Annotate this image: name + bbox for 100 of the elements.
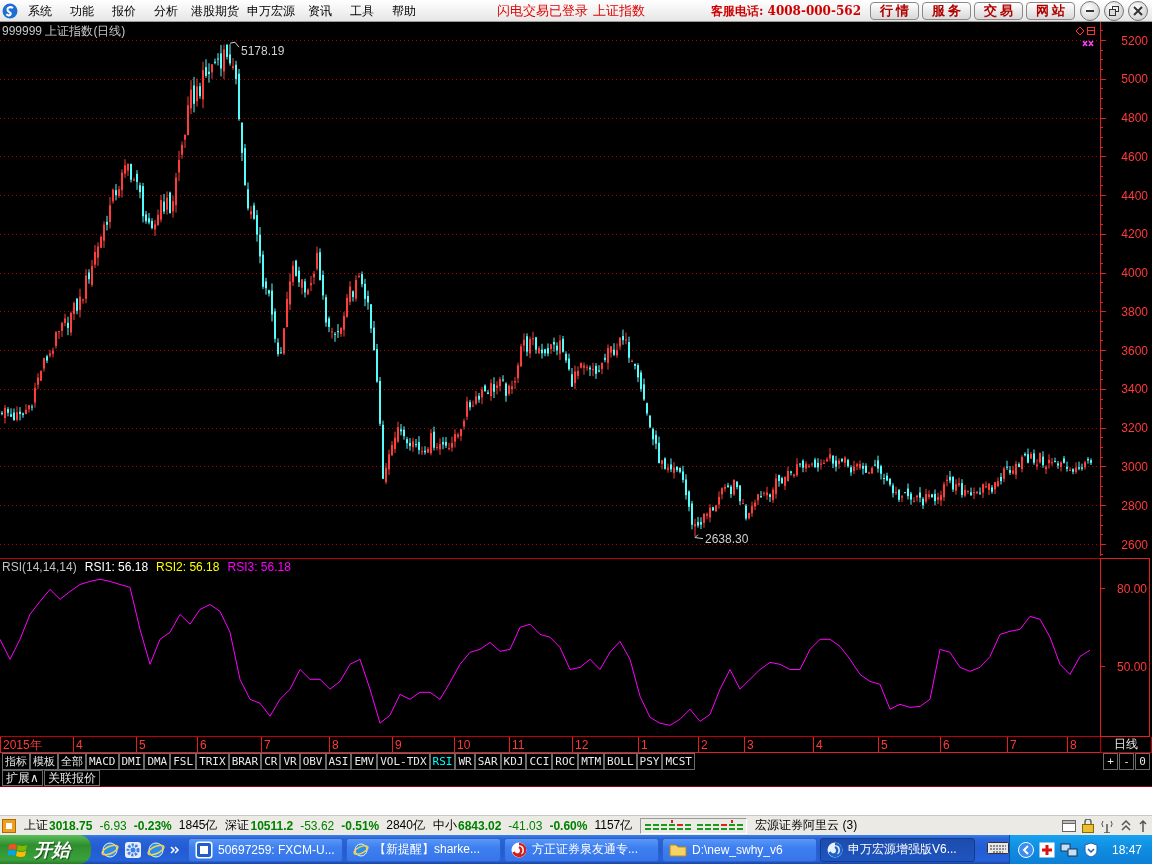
indicator-tab[interactable]: BRAR [228, 753, 262, 770]
index-percent: -0.23% [133, 818, 172, 833]
window-icon [1062, 818, 1076, 833]
indicator-title: RSI(14,14,14) [2, 560, 77, 574]
axis-label: 50.00 [1116, 659, 1147, 674]
axis-label: 4000 [1121, 266, 1148, 281]
notice-text: 闪电交易已登录 [497, 1, 588, 20]
indicator-tab[interactable]: TRIX [196, 753, 229, 770]
month-label: 11 [512, 738, 525, 752]
axis-label: 5200 [1121, 33, 1148, 48]
taskbar-button[interactable]: 【新提醒】sharke... [345, 837, 501, 862]
zoom-button[interactable]: + [1103, 753, 1118, 770]
close-button[interactable] [1128, 0, 1148, 21]
shortcut-button[interactable]: 网 站 [1026, 1, 1075, 20]
gear-icon [123, 840, 142, 859]
indicator-tab[interactable]: VOL-TDX [377, 753, 430, 770]
index-name: 上证 [24, 817, 48, 834]
axis-label: 3600 [1121, 343, 1148, 358]
start-button[interactable]: 开始 [0, 835, 91, 864]
panel-tab[interactable]: 扩展∧ [2, 770, 43, 786]
month-label: 4 [816, 738, 823, 752]
indicator-tab[interactable]: KDJ [500, 753, 527, 770]
panel-tab[interactable]: 关联报价 [43, 770, 100, 786]
indicator-tab[interactable]: FSL [170, 753, 197, 770]
swirl-icon [826, 841, 843, 858]
indicator-tab[interactable]: CCI [526, 753, 553, 770]
month-label: 2 [701, 738, 708, 752]
notice-text: 上证指数 [593, 1, 645, 20]
marker-icon [1082, 40, 1094, 47]
month-label: 9 [395, 738, 402, 752]
globe-icon [352, 841, 369, 858]
indicator-tab[interactable]: 模板 [30, 753, 58, 770]
high-price-label: 5178.19 [241, 44, 285, 59]
index-value: 6843.02 [457, 818, 502, 833]
shortcut-button[interactable]: 服 务 [922, 1, 971, 20]
double-chevron-icon [169, 844, 180, 855]
taskbar-button[interactable]: 申万宏源增强版V6... [819, 837, 975, 862]
zoom-button[interactable]: - [1119, 753, 1134, 770]
indicator-tab[interactable]: OBV [299, 753, 326, 770]
axis-label: 4200 [1121, 227, 1148, 242]
shield-icon [1082, 841, 1099, 858]
broker-text: 宏源证券阿里云 (3) [755, 817, 858, 834]
axis-label: 3400 [1121, 382, 1148, 397]
legend-label: RSI1: 56.18 [84, 560, 149, 574]
indicator-tab[interactable]: DMI [118, 753, 145, 770]
chevron-left-icon [1017, 841, 1034, 858]
index-name: 中小 [432, 817, 457, 834]
month-label: 8 [332, 738, 339, 752]
month-label: 5 [881, 738, 888, 752]
taskbar-button[interactable]: 50697259: FXCM-U... [187, 837, 343, 862]
indicator-tab[interactable]: 指标 [2, 753, 30, 770]
indicator-tab[interactable]: WR [455, 753, 475, 770]
indicator-tab[interactable]: EMV [351, 753, 378, 770]
month-label: 12 [575, 738, 589, 752]
index-change: -41.03 [508, 818, 543, 833]
minimize-button[interactable] [1080, 0, 1100, 21]
axis-label: 3000 [1121, 459, 1148, 474]
taskbar-button[interactable]: 方正证券泉友通专... [503, 837, 659, 862]
menu-item[interactable]: 系统 [19, 1, 61, 20]
menu-item[interactable]: 分析 [145, 1, 187, 20]
indicator-tab[interactable]: VR [280, 753, 300, 770]
axis-label: 2800 [1121, 498, 1148, 513]
menu-item[interactable]: 工具 [341, 1, 383, 20]
month-label: 5 [139, 738, 146, 752]
close-icon [1133, 5, 1143, 16]
menu-item[interactable]: 帮助 [383, 1, 425, 20]
hotline-text: 客服电话: 4008-000-562 [710, 2, 861, 20]
indicator-tab[interactable]: MTM [578, 753, 605, 770]
indicator-tab[interactable]: MACD [86, 753, 119, 770]
month-label: 8 [1070, 738, 1077, 752]
low-price-label: 2638.30 [705, 531, 749, 546]
shortcut-button[interactable]: 交 易 [974, 1, 1023, 20]
menu-item[interactable]: 申万宏源 [243, 1, 299, 20]
logo-icon [2, 2, 18, 19]
clock-text: 18:47 [1111, 842, 1142, 857]
month-label: 10 [457, 738, 471, 752]
zoom-button[interactable]: 0 [1135, 753, 1150, 770]
indicator-tab[interactable]: ASI [325, 753, 352, 770]
index-change: -6.93 [99, 818, 127, 833]
square-icon [1087, 27, 1095, 35]
indicator-tab[interactable]: CR [261, 753, 281, 770]
month-label: 2015年 [3, 738, 42, 752]
menu-item[interactable]: 资讯 [299, 1, 341, 20]
menu-item[interactable]: 港股期货 [187, 1, 243, 20]
indicator-tab[interactable]: BOLL [604, 753, 637, 770]
arrow-icon [1138, 818, 1148, 833]
chart-title: 999999 上证指数(日线) [2, 24, 126, 38]
globe-icon [100, 840, 119, 859]
restore-button[interactable] [1104, 0, 1124, 21]
shortcut-button[interactable]: 行 情 [870, 1, 919, 20]
indicator-tab[interactable]: RSI [429, 753, 456, 770]
taskbar-button[interactable]: D:\new_swhy_v6 [661, 837, 817, 862]
indicator-tab[interactable]: DMA [144, 753, 171, 770]
indicator-tab[interactable]: SAR [474, 753, 501, 770]
indicator-tab[interactable]: PSY [636, 753, 663, 770]
menu-item[interactable]: 报价 [103, 1, 145, 20]
indicator-tab[interactable]: 全部 [58, 753, 86, 770]
indicator-tab[interactable]: ROC [552, 753, 579, 770]
menu-item[interactable]: 功能 [61, 1, 103, 20]
indicator-tab[interactable]: MCST [662, 753, 695, 770]
